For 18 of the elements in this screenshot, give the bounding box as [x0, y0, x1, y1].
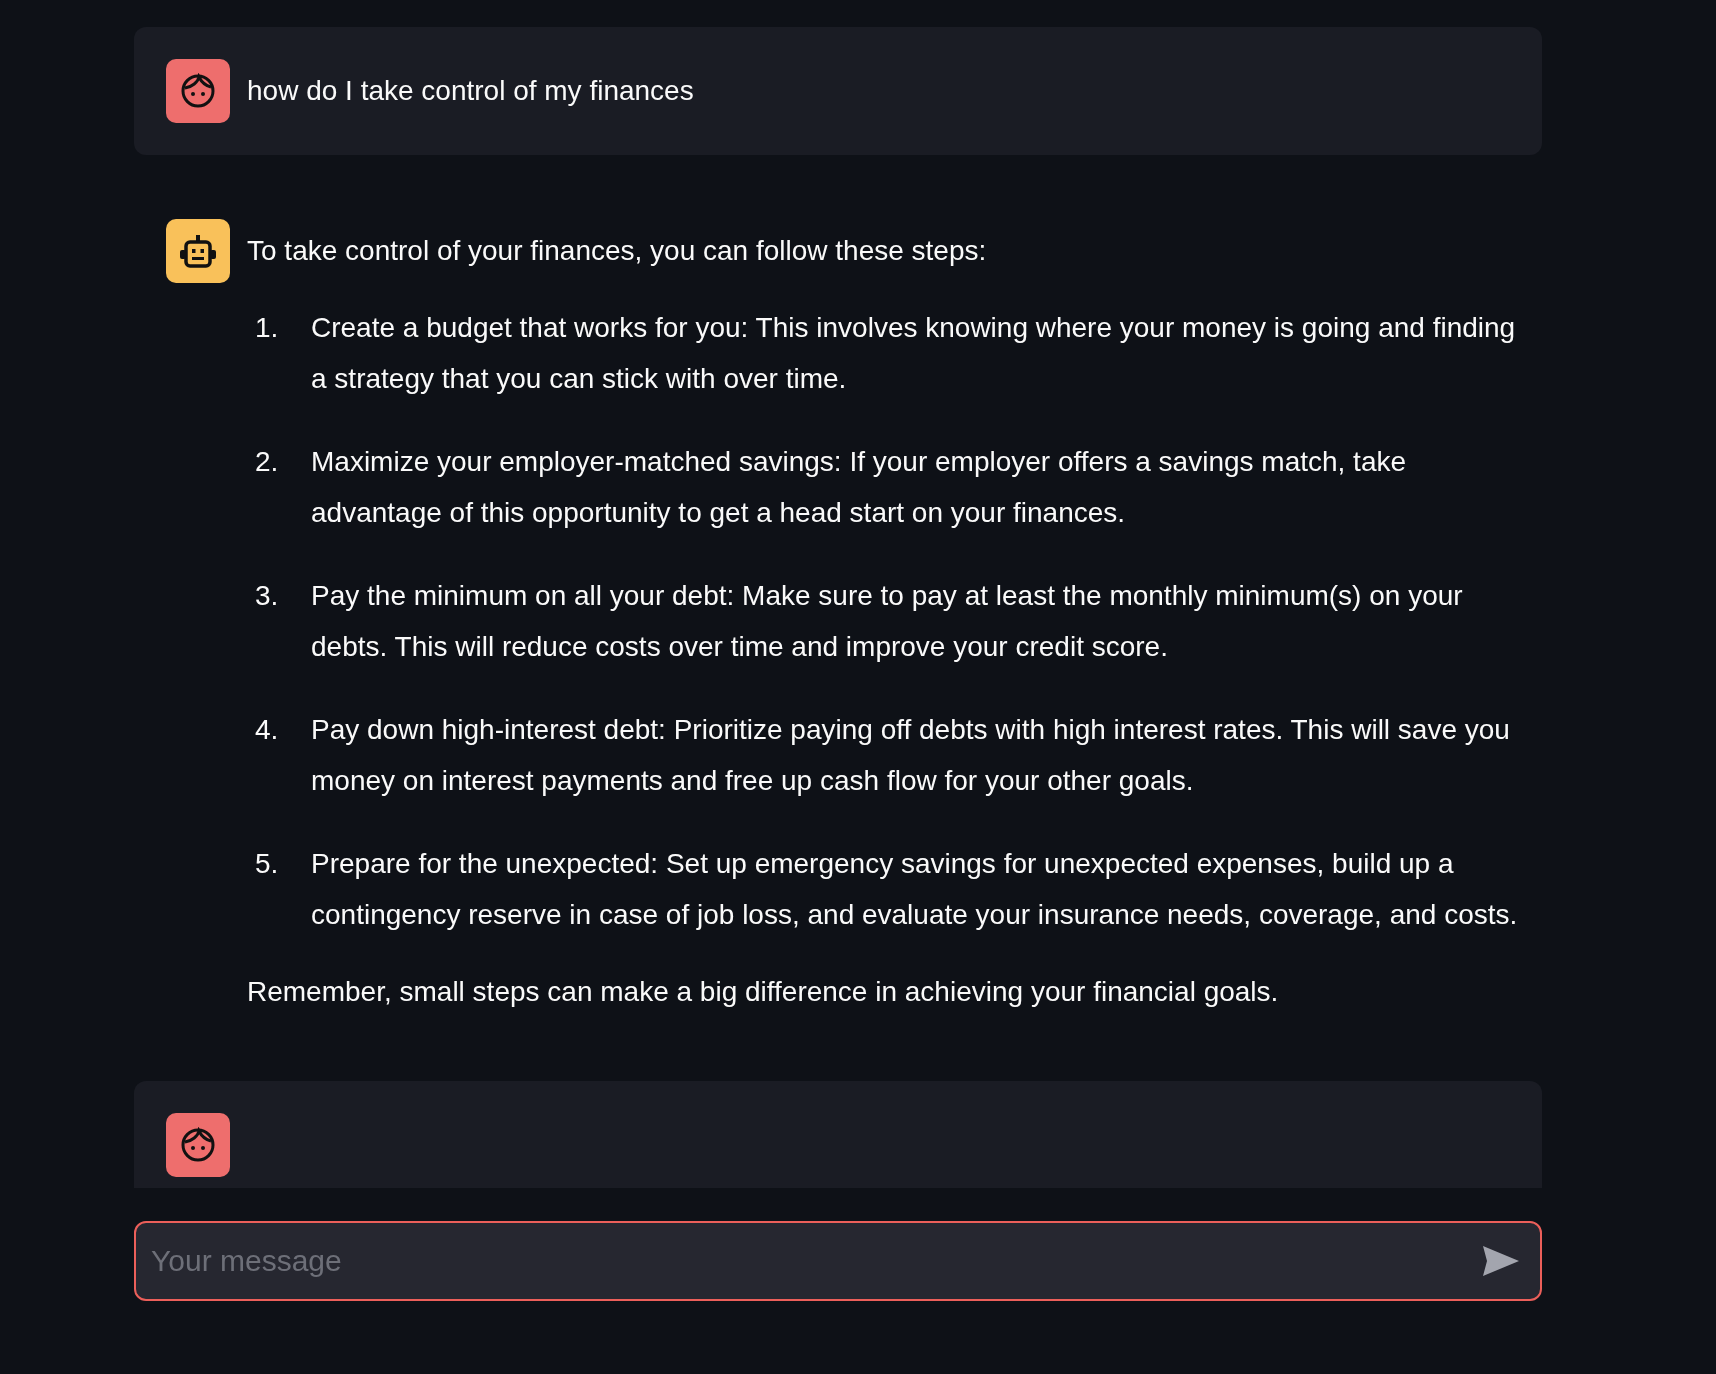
- message-text: how do I take control of my finances: [247, 74, 695, 108]
- send-icon[interactable]: [1482, 1245, 1520, 1277]
- list-item-text: Pay the minimum on all your debt: Make sure to pay at least the monthly minimum(s) on your debts. This will reduce costs over time and improve your credit score.: [311, 579, 1464, 664]
- face-icon: [180, 73, 216, 109]
- message-text: To take control of your finances, you can follow these steps:: [247, 234, 988, 268]
- list-item-text: Maximize your employer-matched savings: If your employer offers a savings match, take advantage of this opportunity to get a head start on your finances.: [311, 445, 1408, 530]
- face-icon: [180, 1127, 216, 1163]
- list-number: 3.: [255, 579, 280, 613]
- list-number: 4.: [255, 713, 280, 747]
- list-item-text: Pay down high-interest debt: Prioritize paying off debts with high interest rates. This will save you money on interest payments and free up cash flow for your other goals.: [311, 713, 1511, 798]
- list-number: 1.: [255, 311, 280, 345]
- message-text: Remember, small steps can make a big difference in achieving your financial goals.: [247, 975, 1280, 1009]
- message-input-field[interactable]: Your message: [134, 1221, 1542, 1301]
- robot-icon: [179, 233, 217, 269]
- list-item-text: Create a budget that works for you: This involves knowing where your money is going and finding a strategy that you can stick with over time.: [311, 311, 1517, 396]
- list-number: 5.: [255, 847, 280, 881]
- list-item-text: Prepare for the unexpected: Set up emergency savings for unexpected expenses, build up a contingency reserve in case of job loss, and evaluate your insurance needs, coverage, and costs.: [311, 847, 1519, 932]
- list-number: 2.: [255, 445, 280, 479]
